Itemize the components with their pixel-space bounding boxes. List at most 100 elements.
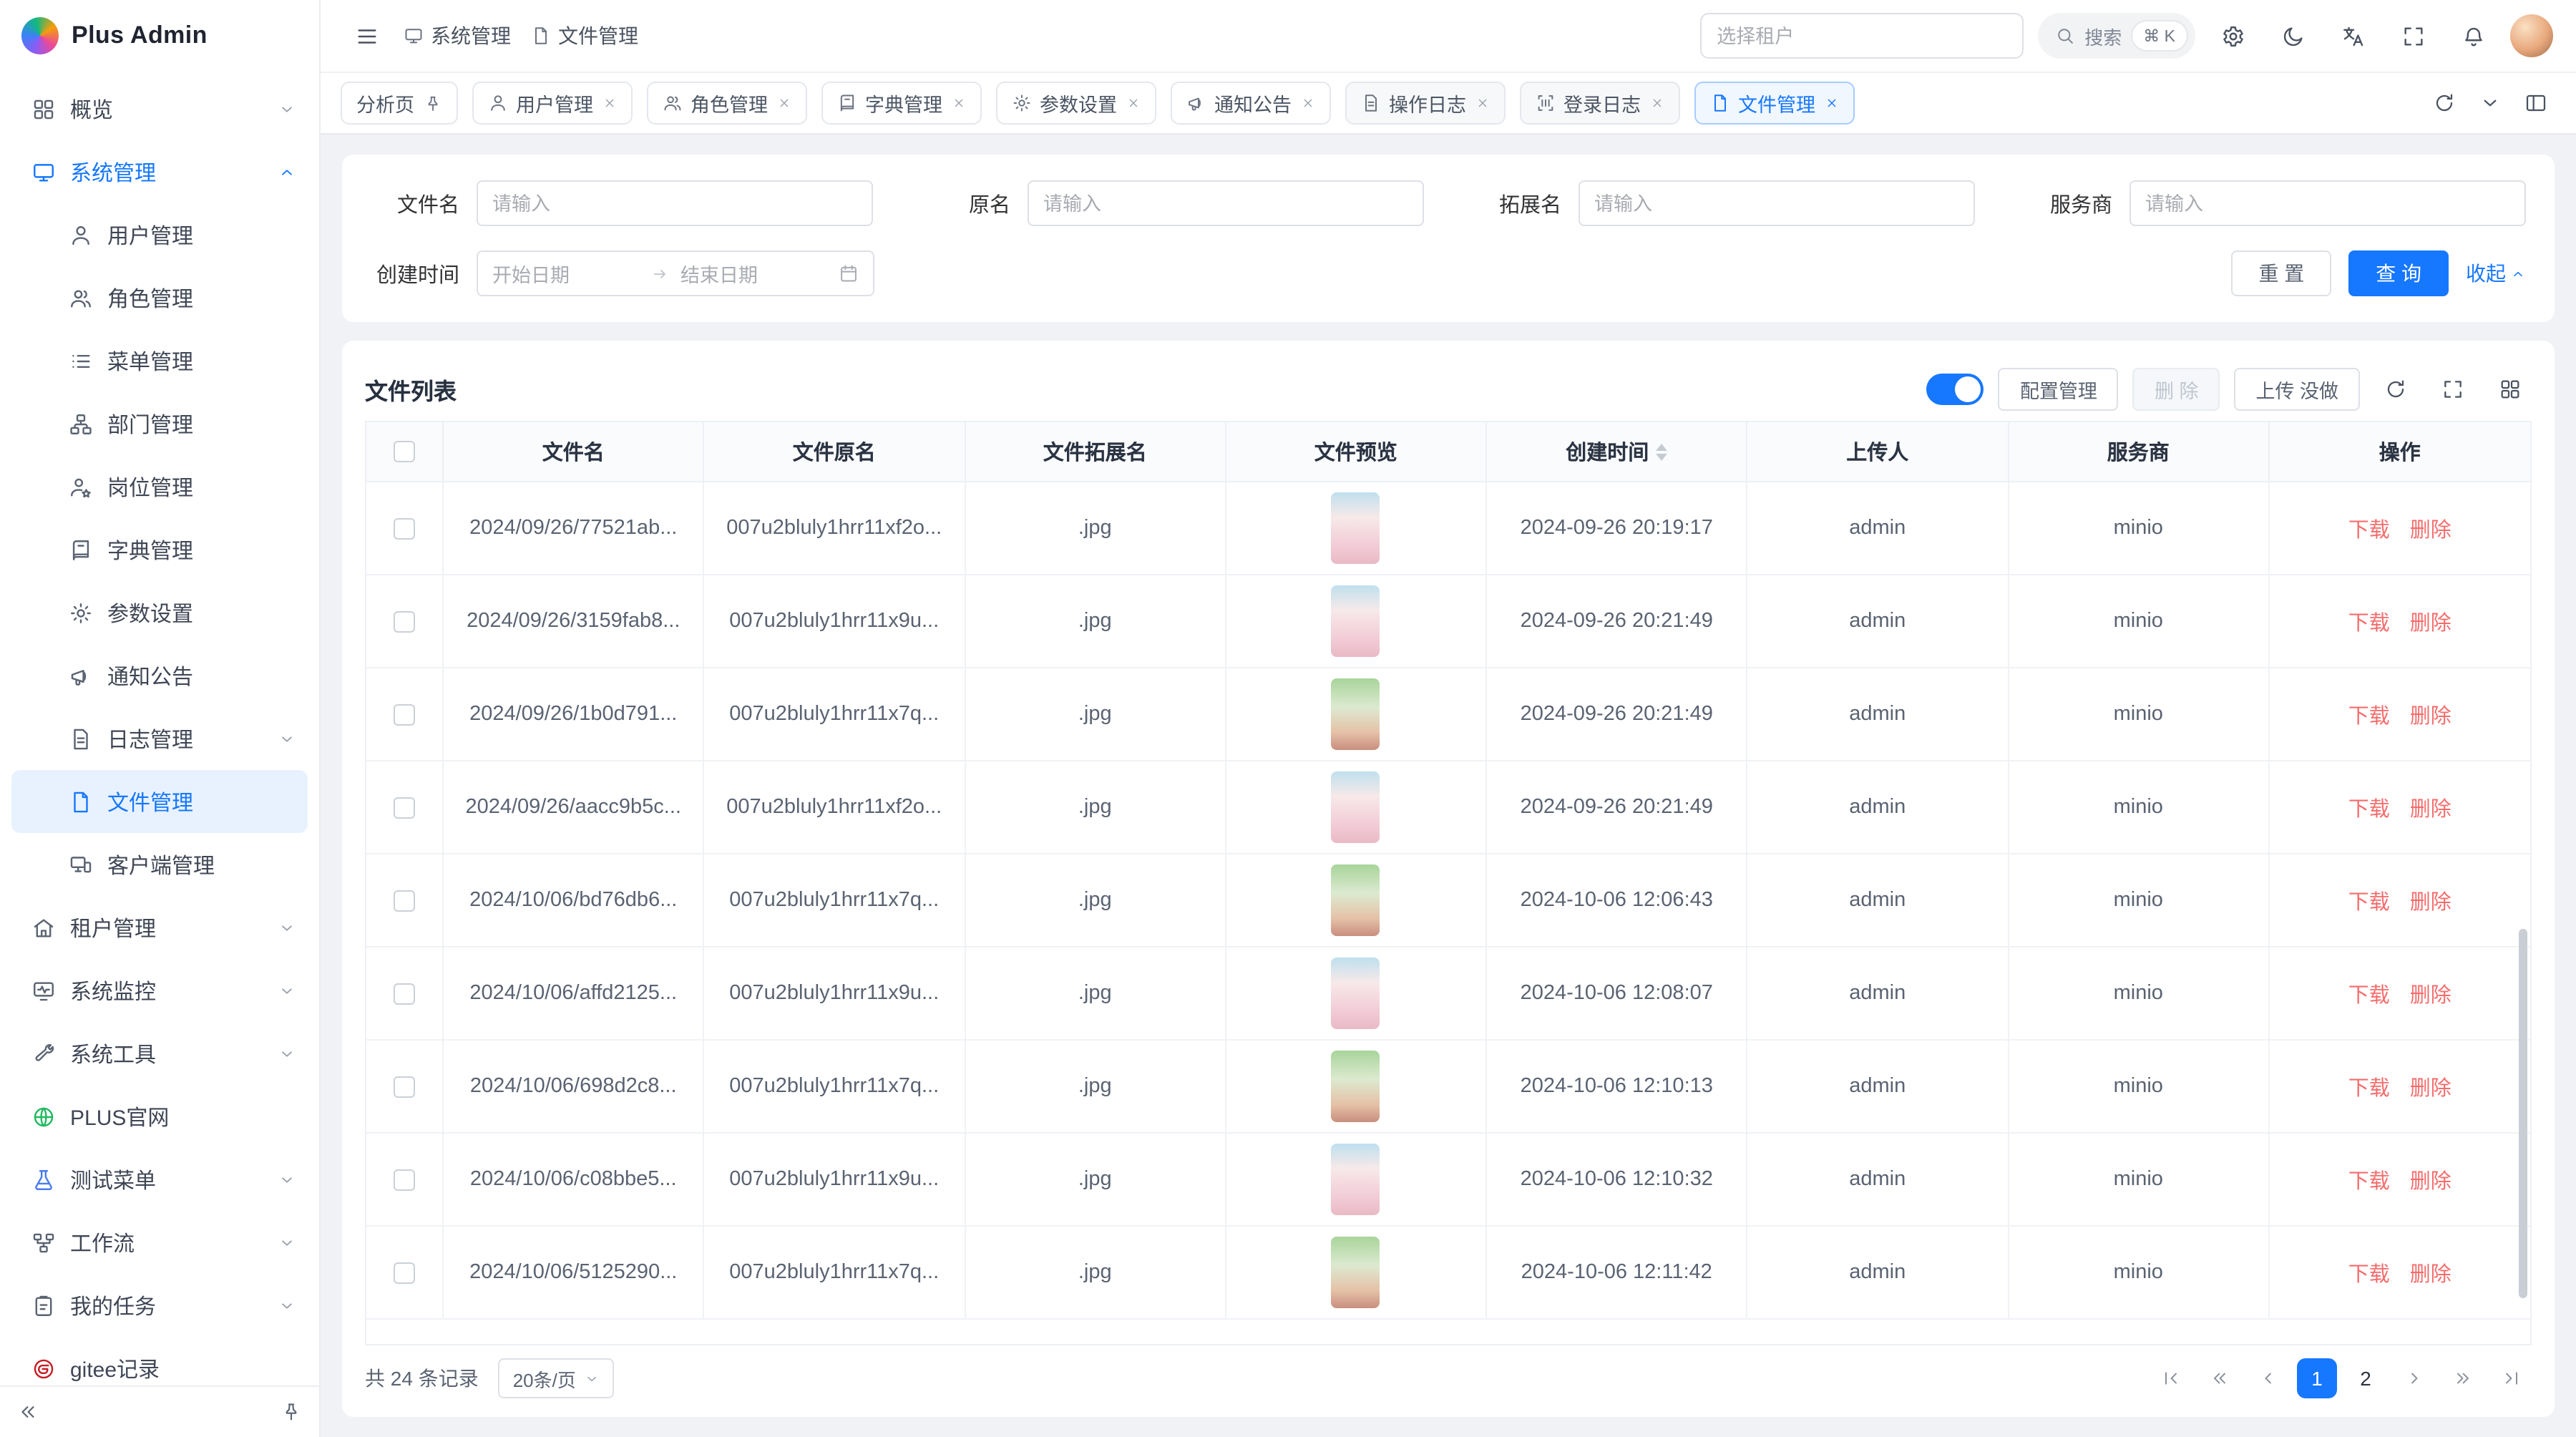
sidebar-item[interactable]: 参数设置 [11, 581, 308, 644]
row-checkbox[interactable] [394, 983, 415, 1004]
sidebar-item[interactable]: 租户管理 [11, 896, 308, 959]
row-checkbox[interactable] [394, 1262, 415, 1283]
preview-image[interactable] [1332, 958, 1380, 1029]
sidebar-item[interactable]: 工作流 [11, 1211, 308, 1274]
select-all-checkbox[interactable] [394, 441, 415, 462]
download-link[interactable]: 下载 [2348, 1164, 2390, 1194]
row-checkbox[interactable] [394, 797, 415, 818]
prev-group-icon[interactable] [2200, 1358, 2240, 1398]
close-icon[interactable] [602, 96, 616, 110]
close-icon[interactable] [1475, 96, 1489, 110]
preview-image[interactable] [1332, 585, 1380, 657]
prev-page-icon[interactable] [2248, 1358, 2288, 1398]
tab[interactable]: 字典管理 [821, 82, 981, 125]
sidebar-item[interactable]: 系统管理 [11, 140, 308, 203]
sidebar-item[interactable]: 系统监控 [11, 959, 308, 1022]
sidebar-item[interactable]: 测试菜单 [11, 1148, 308, 1211]
download-link[interactable]: 下载 [2348, 513, 2390, 543]
user-avatar[interactable] [2510, 14, 2553, 57]
download-link[interactable]: 下载 [2348, 606, 2390, 636]
tab[interactable]: 文件管理 [1694, 82, 1854, 125]
sidebar-item[interactable]: 系统工具 [11, 1022, 308, 1085]
reset-button[interactable]: 重 置 [2231, 250, 2331, 296]
download-link[interactable]: 下载 [2348, 1071, 2390, 1101]
row-checkbox[interactable] [394, 703, 415, 725]
sidebar-item[interactable]: PLUS官网 [11, 1085, 308, 1148]
tab[interactable]: 参数设置 [995, 82, 1156, 125]
breadcrumb-item[interactable]: 系统管理 [404, 21, 511, 50]
header-cell[interactable]: 上传人 [1748, 422, 2009, 482]
preview-image[interactable] [1332, 864, 1380, 936]
sidebar-item[interactable]: 部门管理 [11, 392, 308, 455]
sidebar-item[interactable]: 菜单管理 [11, 329, 308, 392]
translate-icon[interactable] [2330, 13, 2376, 59]
header-cell[interactable]: 操作 [2270, 422, 2531, 482]
header-cell[interactable]: 服务商 [2009, 422, 2270, 482]
header-cell[interactable]: 创建时间 [1487, 422, 1748, 482]
filter-input[interactable] [477, 180, 873, 226]
collapse-filter-link[interactable]: 收起 [2466, 259, 2526, 288]
delete-link[interactable]: 删除 [2410, 978, 2451, 1008]
filter-input[interactable] [1028, 180, 1424, 226]
tab[interactable]: 分析页 [341, 82, 457, 125]
sidebar-item[interactable]: 用户管理 [11, 203, 308, 266]
next-group-icon[interactable] [2443, 1358, 2483, 1398]
tab[interactable]: 用户管理 [472, 82, 632, 125]
download-link[interactable]: 下载 [2348, 1257, 2390, 1287]
tab[interactable]: 操作日志 [1345, 82, 1505, 125]
breadcrumb-item[interactable]: 文件管理 [531, 21, 638, 50]
sidebar-item[interactable]: 概览 [11, 77, 308, 140]
sidebar-item[interactable]: 日志管理 [11, 707, 308, 770]
next-page-icon[interactable] [2394, 1358, 2434, 1398]
delete-link[interactable]: 删除 [2410, 699, 2451, 729]
row-checkbox[interactable] [394, 517, 415, 539]
sidebar-item[interactable]: gitee记录 [11, 1337, 308, 1385]
refresh-table-icon[interactable] [2374, 368, 2417, 411]
delete-link[interactable]: 删除 [2410, 606, 2451, 636]
row-checkbox[interactable] [394, 1169, 415, 1190]
dark-mode-icon[interactable] [2270, 13, 2316, 59]
close-icon[interactable] [1649, 96, 1664, 110]
upload-button[interactable]: 上传 没做 [2234, 368, 2360, 411]
header-cell[interactable]: 文件拓展名 [965, 422, 1226, 482]
delete-link[interactable]: 删除 [2410, 1071, 2451, 1101]
tab[interactable]: 登录日志 [1519, 82, 1679, 125]
preview-image[interactable] [1332, 678, 1380, 750]
download-link[interactable]: 下载 [2348, 792, 2390, 822]
pin-icon[interactable] [423, 94, 441, 112]
preview-image[interactable] [1332, 1144, 1380, 1215]
close-icon[interactable] [951, 96, 965, 110]
expand-table-icon[interactable] [2431, 368, 2474, 411]
page-button[interactable]: 2 [2346, 1358, 2386, 1398]
last-page-icon[interactable] [2492, 1358, 2532, 1398]
preview-image[interactable] [1332, 492, 1380, 564]
filter-input[interactable] [2129, 180, 2526, 226]
pin-sidebar-icon[interactable] [280, 1401, 302, 1423]
hamburger-menu-icon[interactable] [343, 13, 389, 59]
tab-options-icon[interactable] [2470, 83, 2510, 123]
preview-image[interactable] [1332, 771, 1380, 843]
header-cell[interactable]: 文件预览 [1226, 422, 1488, 482]
sidebar-item[interactable]: 客户端管理 [11, 833, 308, 896]
settings-icon[interactable] [2210, 13, 2255, 59]
refresh-page-icon[interactable] [2424, 83, 2464, 123]
delete-link[interactable]: 删除 [2410, 1257, 2451, 1287]
sidebar-item[interactable]: 通知公告 [11, 644, 308, 707]
fullscreen-icon[interactable] [2390, 13, 2436, 59]
sidebar-item[interactable]: 角色管理 [11, 266, 308, 329]
app-logo[interactable]: Plus Admin [0, 0, 319, 72]
search-trigger[interactable]: 搜索 ⌘ K [2037, 13, 2195, 59]
date-range-picker[interactable]: 开始日期 结束日期 [477, 250, 874, 296]
sidebar-item[interactable]: 我的任务 [11, 1274, 308, 1337]
header-cell[interactable]: 文件名 [444, 422, 705, 482]
tab[interactable]: 角色管理 [646, 82, 806, 125]
filter-input[interactable] [1579, 180, 1975, 226]
sort-icon[interactable] [1656, 443, 1667, 460]
query-button[interactable]: 查 询 [2348, 250, 2449, 296]
close-icon[interactable] [1824, 96, 1838, 110]
page-size-select[interactable]: 20条/页 [499, 1358, 615, 1398]
tab[interactable]: 通知公告 [1170, 82, 1330, 125]
close-icon[interactable] [1300, 96, 1314, 110]
sidebar-item[interactable]: 字典管理 [11, 518, 308, 581]
download-link[interactable]: 下载 [2348, 699, 2390, 729]
